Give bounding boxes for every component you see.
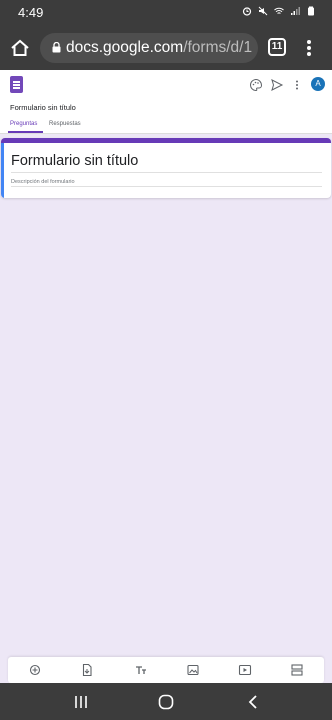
status-time: 4:49 [18, 5, 44, 20]
bottom-toolbar [8, 657, 324, 683]
add-video-icon[interactable] [238, 663, 252, 677]
palette-icon[interactable] [249, 78, 263, 92]
title-underline [11, 172, 322, 173]
avatar[interactable]: A [311, 77, 325, 91]
form-title-card[interactable]: Formulario sin título Descripción del fo… [1, 138, 331, 198]
navigation-bar [0, 683, 332, 720]
more-vert-icon[interactable] [290, 78, 304, 92]
form-title-input[interactable]: Formulario sin título [11, 153, 138, 169]
add-title-icon[interactable] [134, 663, 148, 677]
lock-icon [52, 42, 61, 53]
tab-switcher-button[interactable]: 11 [268, 38, 286, 56]
send-icon[interactable] [270, 78, 284, 92]
import-questions-icon[interactable] [80, 663, 94, 677]
description-underline [11, 186, 322, 187]
more-vert-icon[interactable] [306, 38, 312, 58]
home-icon[interactable] [10, 38, 30, 58]
status-icons [242, 6, 316, 16]
alarm-icon [242, 7, 252, 16]
status-bar: 4:49 [0, 0, 332, 26]
signal-icon [291, 7, 300, 15]
document-title[interactable]: Formulario sin título [10, 103, 76, 112]
tab-preguntas[interactable]: Preguntas [10, 121, 37, 127]
add-image-icon[interactable] [186, 663, 200, 677]
tab-respuestas[interactable]: Respuestas [49, 121, 81, 127]
forms-header: A Formulario sin título Preguntas Respue… [0, 70, 332, 134]
back-icon[interactable] [244, 693, 262, 711]
url-domain: docs.google.com [66, 39, 184, 56]
wifi-icon [274, 7, 284, 14]
address-bar[interactable]: docs.google.com/forms/d/1 [40, 33, 258, 63]
mute-icon [258, 6, 268, 16]
selected-card-indicator [1, 143, 4, 198]
add-question-icon[interactable] [28, 663, 42, 677]
url-path: /forms/d/1 [183, 39, 253, 56]
battery-icon [308, 6, 314, 16]
home-nav-icon[interactable] [157, 693, 175, 711]
form-description-input[interactable]: Descripción del formulario [11, 179, 75, 185]
forms-logo-icon[interactable] [10, 76, 23, 93]
browser-toolbar: docs.google.com/forms/d/1 11 [0, 26, 332, 70]
add-section-icon[interactable] [290, 663, 304, 677]
recent-apps-icon[interactable] [72, 693, 90, 711]
active-tab-indicator [8, 131, 43, 133]
